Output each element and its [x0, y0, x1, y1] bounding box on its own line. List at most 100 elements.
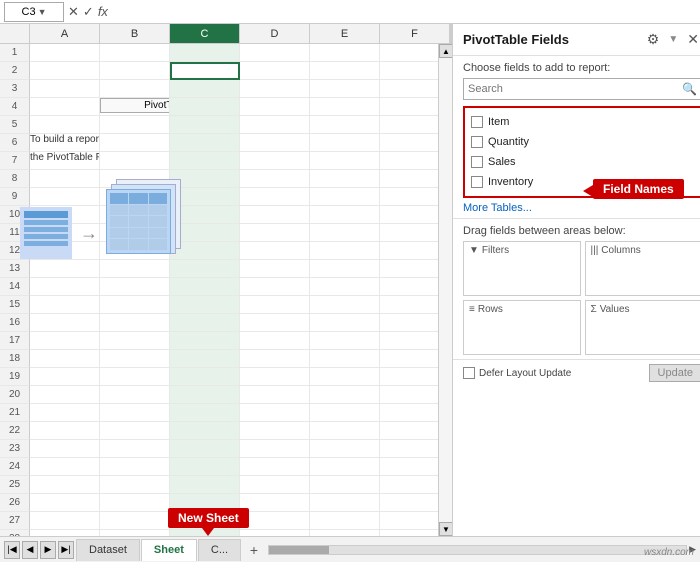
cell-C4[interactable]: [170, 98, 240, 116]
cell-B13[interactable]: [100, 260, 170, 278]
cell-A4[interactable]: [30, 98, 100, 116]
tab-c[interactable]: C...: [198, 539, 241, 561]
cell-D5[interactable]: [240, 116, 310, 134]
cell-A20[interactable]: [30, 386, 100, 404]
cell-C7[interactable]: [170, 152, 240, 170]
col-header-C[interactable]: C: [170, 24, 240, 43]
cell-E16[interactable]: [310, 314, 380, 332]
cell-B19[interactable]: [100, 368, 170, 386]
cell-E10[interactable]: [310, 206, 380, 224]
cell-E14[interactable]: [310, 278, 380, 296]
cell-A18[interactable]: [30, 350, 100, 368]
cell-D7[interactable]: [240, 152, 310, 170]
cell-C23[interactable]: [170, 440, 240, 458]
cell-B21[interactable]: [100, 404, 170, 422]
defer-checkbox[interactable]: [463, 367, 475, 379]
cell-E22[interactable]: [310, 422, 380, 440]
cell-C6[interactable]: [170, 134, 240, 152]
cell-D27[interactable]: [240, 512, 310, 530]
cell-D18[interactable]: [240, 350, 310, 368]
cell-C3[interactable]: [170, 80, 240, 98]
cell-D21[interactable]: [240, 404, 310, 422]
cancel-icon[interactable]: ✕: [68, 4, 79, 20]
cell-B18[interactable]: [100, 350, 170, 368]
cell-B26[interactable]: [100, 494, 170, 512]
field-item-item[interactable]: Item: [471, 112, 694, 132]
cell-C18[interactable]: [170, 350, 240, 368]
cell-E25[interactable]: [310, 476, 380, 494]
cell-D3[interactable]: [240, 80, 310, 98]
settings-dropdown-icon[interactable]: ▼: [668, 34, 678, 45]
cell-D26[interactable]: [240, 494, 310, 512]
cell-A16[interactable]: [30, 314, 100, 332]
cell-C21[interactable]: [170, 404, 240, 422]
tab-dataset[interactable]: Dataset: [76, 539, 140, 561]
cell-A13[interactable]: [30, 260, 100, 278]
cell-E27[interactable]: [310, 512, 380, 530]
cell-E13[interactable]: [310, 260, 380, 278]
field-checkbox-item[interactable]: [471, 116, 483, 128]
cell-E8[interactable]: [310, 170, 380, 188]
settings-icon[interactable]: ⚙: [644, 30, 663, 49]
cell-C24[interactable]: [170, 458, 240, 476]
cell-A21[interactable]: [30, 404, 100, 422]
cell-A6[interactable]: To build a report, choose fields from: [30, 134, 100, 152]
cell-A7[interactable]: the PivotTable Field List: [30, 152, 100, 170]
col-header-B[interactable]: B: [100, 24, 170, 43]
cell-A25[interactable]: [30, 476, 100, 494]
cell-C2[interactable]: [170, 62, 240, 80]
cell-A15[interactable]: [30, 296, 100, 314]
cell-C20[interactable]: [170, 386, 240, 404]
cell-E17[interactable]: [310, 332, 380, 350]
cell-E20[interactable]: [310, 386, 380, 404]
cell-C14[interactable]: [170, 278, 240, 296]
cell-C25[interactable]: [170, 476, 240, 494]
cell-B20[interactable]: [100, 386, 170, 404]
cell-A1[interactable]: [30, 44, 100, 62]
cell-B15[interactable]: [100, 296, 170, 314]
cell-B16[interactable]: [100, 314, 170, 332]
col-header-D[interactable]: D: [240, 24, 310, 43]
cell-B14[interactable]: [100, 278, 170, 296]
horizontal-scrollbar[interactable]: ▶: [266, 543, 696, 557]
cell-A14[interactable]: [30, 278, 100, 296]
cell-D13[interactable]: [240, 260, 310, 278]
cell-E6[interactable]: [310, 134, 380, 152]
h-scroll-thumb[interactable]: [269, 546, 329, 554]
field-item-sales[interactable]: Sales: [471, 152, 694, 172]
cell-B1[interactable]: [100, 44, 170, 62]
cell-E9[interactable]: [310, 188, 380, 206]
name-box[interactable]: C3 ▼: [4, 2, 64, 22]
cell-A23[interactable]: [30, 440, 100, 458]
tab-nav-next[interactable]: ▶: [40, 541, 56, 559]
cell-B4[interactable]: PivotTable5: [100, 98, 170, 116]
confirm-icon[interactable]: ✓: [83, 4, 94, 20]
cell-D1[interactable]: [240, 44, 310, 62]
cell-B7[interactable]: [100, 152, 170, 170]
field-checkbox-inventory[interactable]: [471, 176, 483, 188]
cell-E7[interactable]: [310, 152, 380, 170]
cell-E4[interactable]: [310, 98, 380, 116]
name-box-dropdown-icon[interactable]: ▼: [38, 7, 47, 17]
cell-C15[interactable]: [170, 296, 240, 314]
field-checkbox-sales[interactable]: [471, 156, 483, 168]
cell-A3[interactable]: [30, 80, 100, 98]
cell-D9[interactable]: [240, 188, 310, 206]
cell-E3[interactable]: [310, 80, 380, 98]
cell-D2[interactable]: [240, 62, 310, 80]
cell-E12[interactable]: [310, 242, 380, 260]
cell-A5[interactable]: [30, 116, 100, 134]
col-header-E[interactable]: E: [310, 24, 380, 43]
cell-D11[interactable]: [240, 224, 310, 242]
search-input[interactable]: [464, 83, 678, 95]
vertical-scrollbar[interactable]: ▲ ▼: [438, 44, 452, 536]
cell-E23[interactable]: [310, 440, 380, 458]
area-box-filters[interactable]: ▼ Filters: [463, 241, 581, 296]
add-sheet-button[interactable]: +: [244, 540, 264, 560]
cell-E11[interactable]: [310, 224, 380, 242]
cell-E5[interactable]: [310, 116, 380, 134]
cell-D23[interactable]: [240, 440, 310, 458]
cell-D20[interactable]: [240, 386, 310, 404]
cell-C5[interactable]: [170, 116, 240, 134]
cell-E15[interactable]: [310, 296, 380, 314]
